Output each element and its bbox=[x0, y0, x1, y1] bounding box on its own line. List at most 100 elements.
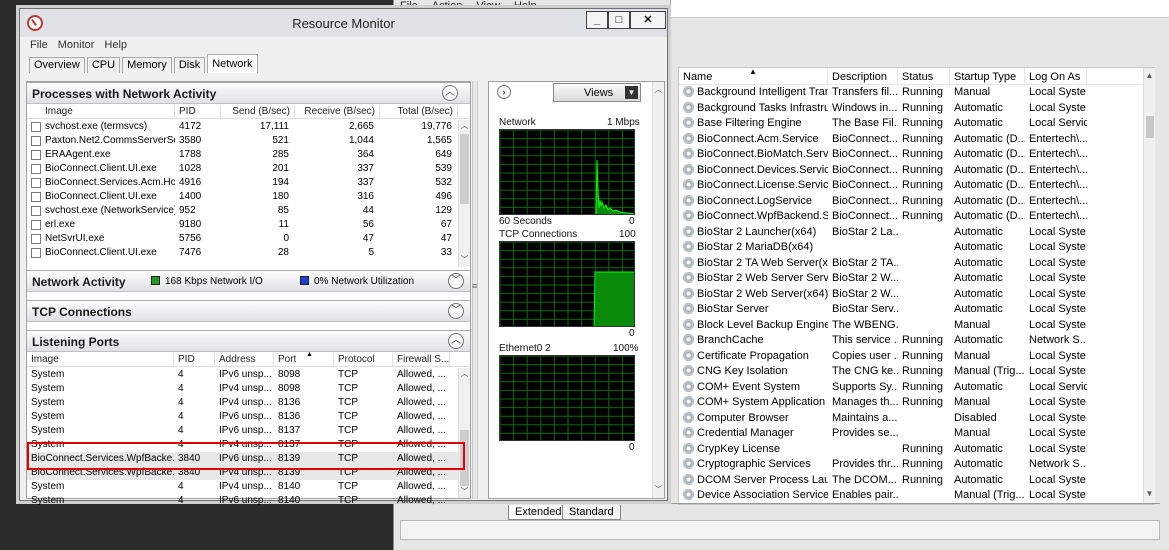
expand-icon[interactable]: ﹀ bbox=[448, 303, 464, 319]
expand-icon[interactable]: ﹀ bbox=[448, 273, 464, 289]
tcp-connections-section-header[interactable]: TCP Connections ﹀ bbox=[27, 300, 470, 322]
process-row[interactable]: svchost.exe (NetworkService) 952 85 44 129 bbox=[27, 204, 458, 218]
process-checkbox[interactable] bbox=[31, 150, 41, 160]
process-row[interactable]: BioConnect.Client.UI.exe 7476 28 5 33 bbox=[27, 246, 458, 260]
collapse-icon[interactable]: ︿ bbox=[448, 333, 464, 349]
col-receive[interactable]: Receive (B/sec) bbox=[295, 105, 380, 118]
service-row[interactable]: Cryptographic Services Provides thr... Run… bbox=[679, 457, 1154, 473]
service-row[interactable]: CNG Key Isolation The CNG ke... Running Man… bbox=[679, 364, 1154, 380]
listening-port-row[interactable]: System 4 IPv4 unsp... 8140 TCP Allowed, ... bbox=[27, 480, 458, 494]
service-row[interactable]: BioConnect.License.Service BioConnect... R… bbox=[679, 178, 1154, 194]
process-row[interactable]: erl.exe 9180 11 56 67 bbox=[27, 218, 458, 232]
maximize-button[interactable]: □ bbox=[608, 11, 630, 29]
tab-network[interactable]: Network bbox=[207, 54, 258, 73]
listening-port-row[interactable]: System 4 IPv4 unsp... 8136 TCP Allowed, ... bbox=[27, 396, 458, 410]
listening-ports-scrollbar[interactable]: ︿ ﹀ bbox=[458, 368, 470, 498]
col-protocol[interactable]: Protocol bbox=[334, 353, 393, 366]
tab-standard[interactable]: Standard bbox=[562, 505, 621, 520]
col-image[interactable]: Image bbox=[27, 353, 174, 366]
scroll-thumb[interactable] bbox=[460, 134, 469, 204]
scroll-down-icon[interactable]: ▼ bbox=[1144, 488, 1155, 500]
process-checkbox[interactable] bbox=[31, 248, 41, 258]
process-checkbox[interactable] bbox=[31, 178, 41, 188]
col-startup-type[interactable]: Startup Type bbox=[950, 68, 1025, 84]
process-row[interactable]: svchost.exe (termsvcs) 4172 17,111 2,665 19,… bbox=[27, 120, 458, 134]
pane-splitter[interactable]: ≡ bbox=[472, 81, 478, 499]
service-row[interactable]: BioConnect.Acm.Service BioConnect... Runni… bbox=[679, 132, 1154, 148]
process-row[interactable]: BioConnect.Client.UI.exe 1028 201 337 539 bbox=[27, 162, 458, 176]
process-checkbox[interactable] bbox=[31, 192, 41, 202]
scroll-thumb[interactable] bbox=[1146, 116, 1154, 138]
scroll-down-icon[interactable]: ﹀ bbox=[653, 484, 664, 496]
tab-memory[interactable]: Memory bbox=[122, 57, 172, 73]
collapse-graphs-icon[interactable]: › bbox=[497, 85, 511, 99]
col-address[interactable]: Address bbox=[215, 353, 274, 366]
views-dropdown[interactable]: Views ▼ bbox=[553, 83, 641, 102]
service-row[interactable]: BranchCache This service ... Running Automa… bbox=[679, 333, 1154, 349]
service-row[interactable]: Certificate Propagation Copies user ... Ru… bbox=[679, 349, 1154, 365]
scroll-up-icon[interactable]: ︿ bbox=[459, 120, 470, 132]
service-row[interactable]: BioStar 2 TA Web Server(x64) BioStar 2 TA… bbox=[679, 256, 1154, 272]
menu-help[interactable]: Help bbox=[104, 39, 127, 51]
col-port[interactable]: Port bbox=[274, 353, 334, 366]
col-pid[interactable]: PID bbox=[175, 105, 221, 118]
service-row[interactable]: Block Level Backup Engine ... The WBENG..… bbox=[679, 318, 1154, 334]
process-checkbox[interactable] bbox=[31, 220, 41, 230]
col-image[interactable]: Image bbox=[27, 105, 175, 118]
service-row[interactable]: BioStar 2 Launcher(x64) BioStar 2 La... Au… bbox=[679, 225, 1154, 241]
process-checkbox[interactable] bbox=[31, 122, 41, 132]
listening-port-row[interactable]: System 4 IPv6 unsp... 8136 TCP Allowed, ... bbox=[27, 410, 458, 424]
process-checkbox[interactable] bbox=[31, 206, 41, 216]
service-row[interactable]: Base Filtering Engine The Base Fil... Runn… bbox=[679, 116, 1154, 132]
listening-port-row[interactable]: System 4 IPv6 unsp... 8137 TCP Allowed, ... bbox=[27, 424, 458, 438]
service-row[interactable]: Credential Manager Provides se... Manual Lo… bbox=[679, 426, 1154, 442]
service-row[interactable]: BioStar Server BioStar Serv... Automatic Lo… bbox=[679, 302, 1154, 318]
service-row[interactable]: BioConnect.LogService BioConnect... Runnin… bbox=[679, 194, 1154, 210]
listening-port-row[interactable]: System 4 IPv6 unsp... 8140 TCP Allowed, ... bbox=[27, 494, 458, 508]
col-send[interactable]: Send (B/sec) bbox=[221, 105, 295, 118]
scroll-up-icon[interactable]: ︿ bbox=[459, 368, 470, 380]
process-checkbox[interactable] bbox=[31, 136, 41, 146]
processes-section-header[interactable]: Processes with Network Activity ︿ bbox=[27, 82, 470, 104]
scroll-down-icon[interactable]: ﹀ bbox=[459, 254, 470, 266]
service-row[interactable]: BioConnect.BioMatch.Service BioConnect...… bbox=[679, 147, 1154, 163]
service-row[interactable]: CrypKey License Running Automatic Local Sys… bbox=[679, 442, 1154, 458]
service-row[interactable]: Computer Browser Maintains a... Disabled Lo… bbox=[679, 411, 1154, 427]
listening-ports-section-header[interactable]: Listening Ports ︿ bbox=[27, 330, 470, 352]
menu-file[interactable]: File bbox=[30, 39, 48, 51]
processes-scrollbar[interactable]: ︿ ﹀ bbox=[458, 120, 470, 267]
service-row[interactable]: Device Association Service Enables pair..… bbox=[679, 488, 1154, 504]
service-row[interactable]: Background Tasks Infrastru... Windows in.… bbox=[679, 101, 1154, 117]
service-row[interactable]: COM+ System Application Manages th... Runn… bbox=[679, 395, 1154, 411]
listening-port-row[interactable]: System 4 IPv6 unsp... 8098 TCP Allowed, ... bbox=[27, 368, 458, 382]
col-status[interactable]: Status bbox=[898, 68, 950, 84]
col-pid[interactable]: PID bbox=[174, 353, 215, 366]
tab-overview[interactable]: Overview bbox=[29, 57, 85, 73]
col-firewall-status[interactable]: Firewall S... bbox=[393, 353, 450, 366]
service-row[interactable]: BioConnect.WpfBackend.Se... BioConnect...… bbox=[679, 209, 1154, 225]
service-row[interactable]: DCOM Server Process Laun... The DCOM... Ru… bbox=[679, 473, 1154, 489]
collapse-icon[interactable]: ︿ bbox=[442, 85, 458, 101]
scroll-up-icon[interactable]: ︿ bbox=[653, 84, 664, 96]
service-row[interactable]: BioStar 2 Web Server Service BioStar 2 W.… bbox=[679, 271, 1154, 287]
menu-monitor[interactable]: Monitor bbox=[58, 39, 95, 51]
tab-cpu[interactable]: CPU bbox=[86, 57, 121, 73]
minimize-button[interactable]: _ bbox=[586, 11, 608, 29]
col-description[interactable]: Description bbox=[828, 68, 898, 84]
process-row[interactable]: BioConnect.Client.UI.exe 1400 180 316 496 bbox=[27, 190, 458, 204]
tab-disk[interactable]: Disk bbox=[173, 57, 206, 73]
col-log-on-as[interactable]: Log On As bbox=[1025, 68, 1087, 84]
service-row[interactable]: BioStar 2 MariaDB(x64) Automatic Local Sys… bbox=[679, 240, 1154, 256]
scroll-up-icon[interactable]: ▲ bbox=[1144, 70, 1155, 82]
service-row[interactable]: Background Intelligent Tran... Transfers … bbox=[679, 85, 1154, 101]
process-row[interactable]: BioConnect.Services.Acm.Ho... 4916 194 337 5… bbox=[27, 176, 458, 190]
service-row[interactable]: BioConnect.Devices.Service BioConnect... R… bbox=[679, 163, 1154, 179]
close-button[interactable]: ✕ bbox=[630, 11, 666, 29]
process-row[interactable]: ERAAgent.exe 1788 285 364 649 bbox=[27, 148, 458, 162]
service-row[interactable]: COM+ Event System Supports Sy... Running Au… bbox=[679, 380, 1154, 396]
col-total[interactable]: Total (B/sec) bbox=[380, 105, 458, 118]
graph-pane-scrollbar[interactable]: ︿ ﹀ bbox=[652, 82, 664, 498]
listening-port-row[interactable]: System 4 IPv4 unsp... 8098 TCP Allowed, ... bbox=[27, 382, 458, 396]
process-checkbox[interactable] bbox=[31, 164, 41, 174]
services-scrollbar[interactable]: ▲ ▼ bbox=[1143, 68, 1155, 504]
